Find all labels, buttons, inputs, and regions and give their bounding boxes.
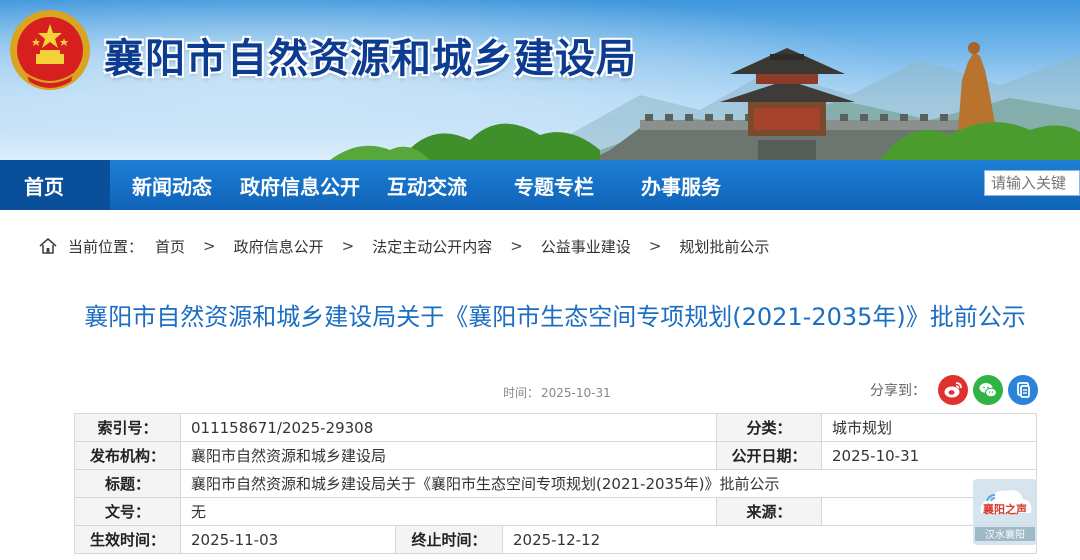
- share-copy-icon: [1017, 382, 1030, 398]
- document-info-table: 索引号： 011158671/2025-29308 分类： 城市规划 发布机构：…: [74, 413, 1037, 554]
- breadcrumb-separator: >: [341, 237, 355, 255]
- article-title: 襄阳市自然资源和城乡建设局关于《襄阳市生态空间专项规划(2021-2035年)》…: [84, 303, 1026, 331]
- site-title: 襄阳市自然资源和城乡建设局: [104, 36, 637, 82]
- source-label: 来源：: [716, 497, 822, 526]
- breadcrumb: 当前位置： 首页 > 政府信息公开 > 法定主动公开内容 > 公益事业建设 > …: [38, 234, 769, 258]
- table-row: 索引号： 011158671/2025-29308 分类： 城市规划: [74, 413, 1037, 442]
- breadcrumb-separator: >: [510, 237, 523, 255]
- nav-item-interaction[interactable]: 互动交流: [387, 160, 467, 210]
- breadcrumb-separator: >: [648, 237, 662, 255]
- breadcrumb-label: 当前位置：: [68, 237, 144, 256]
- category-value: 城市规划: [821, 413, 1037, 442]
- national-emblem-icon: [10, 10, 90, 90]
- category-label: 分类：: [716, 413, 822, 442]
- table-row: 生效时间： 2025-11-03 终止时间： 2025-12-12: [74, 525, 1037, 554]
- pubdate-label: 公开日期：: [716, 441, 822, 470]
- search-input[interactable]: [984, 170, 1080, 196]
- index-label: 索引号：: [74, 413, 181, 442]
- nav-item-services[interactable]: 办事服务: [641, 160, 721, 210]
- weibo-icon: [944, 382, 962, 398]
- pubdate-value: 2025-10-31: [821, 441, 1037, 470]
- breadcrumb-separator: >: [203, 237, 216, 255]
- table-row: 发布机构： 襄阳市自然资源和城乡建设局 公开日期： 2025-10-31: [74, 441, 1037, 470]
- publish-time: 时间： 2025-10-31: [503, 384, 611, 401]
- watermark-logo: 襄阳之声 汉水襄阳: [973, 479, 1037, 545]
- main-navbar: 首页 新闻动态 政府信息公开 互动交流 专题专栏 办事服务: [0, 160, 1080, 210]
- index-value: 011158671/2025-29308: [180, 413, 717, 442]
- nav-item-gov-info[interactable]: 政府信息公开: [240, 160, 360, 210]
- publisher-value: 襄阳市自然资源和城乡建设局: [180, 441, 717, 470]
- effective-label: 生效时间：: [74, 525, 181, 554]
- home-icon: [39, 237, 57, 254]
- nav-item-topics[interactable]: 专题专栏: [514, 160, 594, 210]
- publish-time-label: 时间：: [503, 386, 540, 400]
- docno-value: 无: [180, 497, 717, 526]
- share-label: 分享到：: [870, 383, 926, 399]
- effective-value: 2025-11-03: [180, 525, 396, 554]
- end-value: 2025-12-12: [502, 525, 1037, 554]
- wechat-icon: [979, 383, 997, 398]
- header-banner: 襄阳市自然资源和城乡建设局: [0, 0, 1080, 160]
- table-row: 标题： 襄阳市自然资源和城乡建设局关于《襄阳市生态空间专项规划(2021-203…: [74, 469, 1037, 498]
- watermark-line1: 襄阳之声: [983, 503, 1027, 516]
- nav-home[interactable]: 首页: [0, 160, 110, 210]
- weibo-share-button[interactable]: [938, 375, 968, 405]
- table-row: 文号： 无 来源：: [74, 497, 1037, 526]
- nav-item-news[interactable]: 新闻动态: [132, 160, 212, 210]
- copy-share-button[interactable]: [1008, 375, 1038, 405]
- publisher-label: 发布机构：: [74, 441, 181, 470]
- breadcrumb-item-home[interactable]: 首页: [155, 236, 185, 257]
- watermark-line2: 汉水襄阳: [985, 530, 1025, 541]
- wechat-share-button[interactable]: [973, 375, 1003, 405]
- end-label: 终止时间：: [395, 525, 503, 554]
- breadcrumb-item-planning[interactable]: 规划批前公示: [679, 236, 769, 257]
- publish-time-value: 2025-10-31: [541, 386, 611, 400]
- docno-label: 文号：: [74, 497, 181, 526]
- breadcrumb-item-public-welfare[interactable]: 公益事业建设: [541, 236, 631, 257]
- breadcrumb-item-statutory[interactable]: 法定主动公开内容: [372, 236, 492, 257]
- subject-value: 襄阳市自然资源和城乡建设局关于《襄阳市生态空间专项规划(2021-2035年)》…: [180, 469, 1037, 498]
- breadcrumb-item-gov-info[interactable]: 政府信息公开: [234, 236, 324, 257]
- share-bar: 分享到：: [870, 374, 1043, 406]
- subject-label: 标题：: [74, 469, 181, 498]
